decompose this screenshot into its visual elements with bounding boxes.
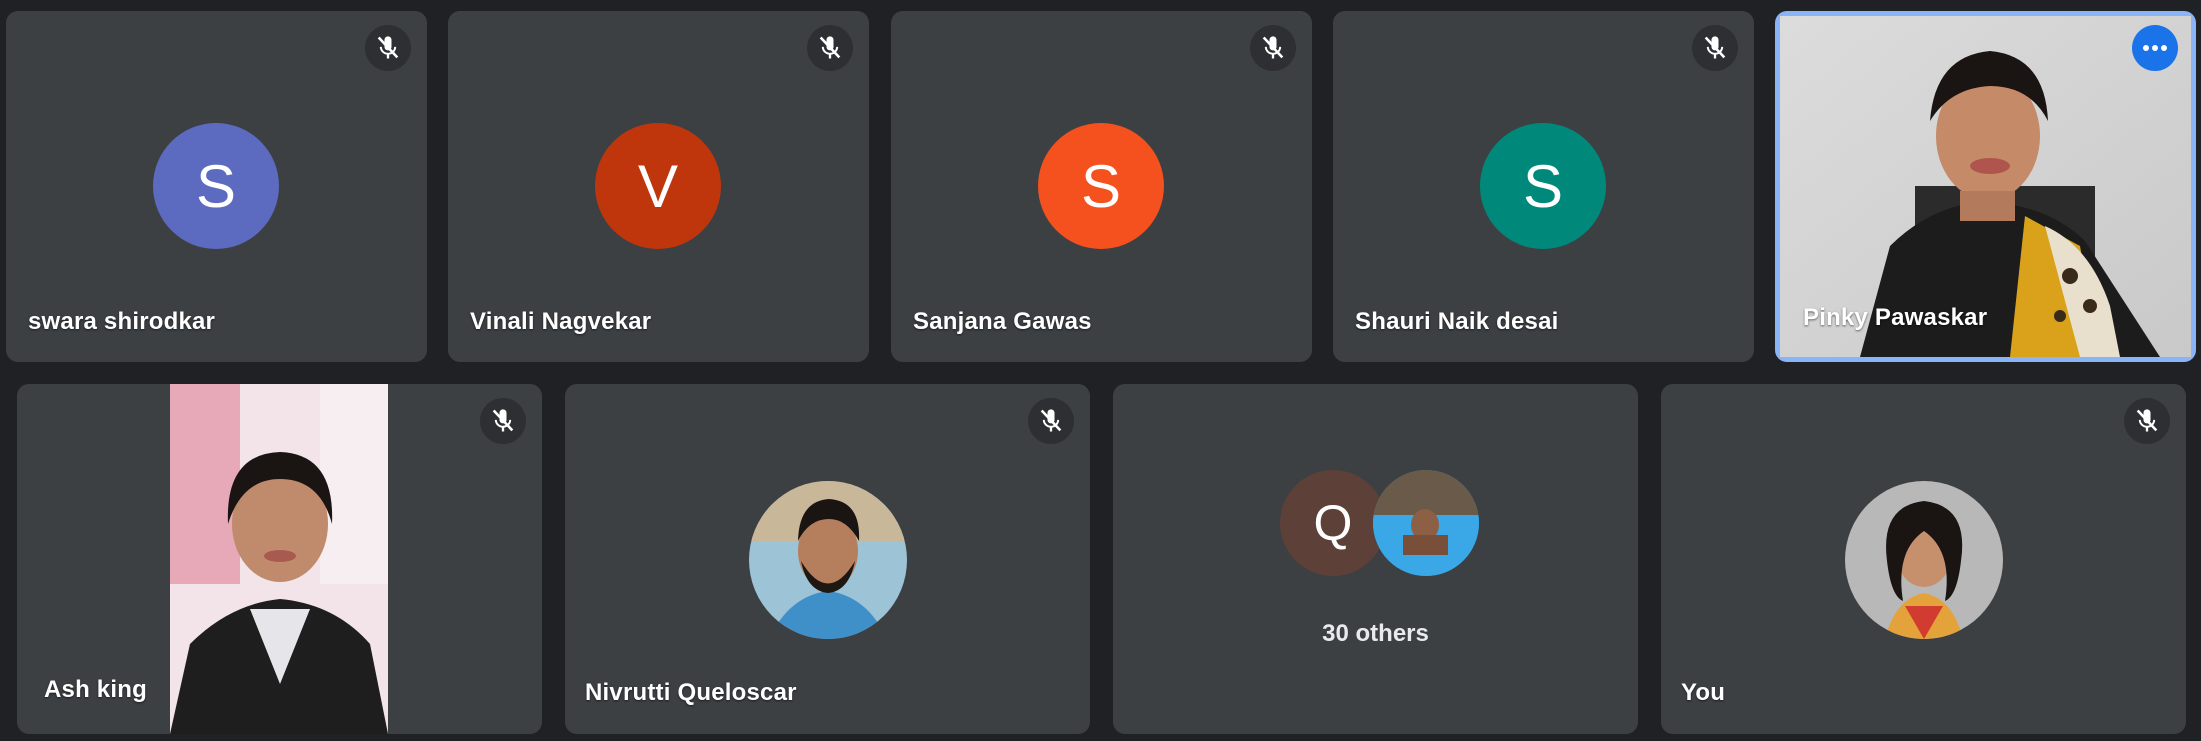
participant-tile-swara-shirodkar[interactable]: S swara shirodkar	[6, 11, 427, 362]
participant-name: Pinky Pawaskar	[1803, 304, 1988, 331]
meeting-grid: S swara shirodkar V Vinali Nagvekar S Sa…	[0, 0, 2201, 741]
mic-off-icon	[480, 398, 526, 444]
avatar: S	[1480, 123, 1606, 249]
participant-video	[170, 384, 388, 734]
participant-name: Shauri Naik desai	[1355, 308, 1559, 335]
more-options-button[interactable]	[2132, 25, 2178, 71]
participant-tile-pinky-pawaskar[interactable]: Pinky Pawaskar	[1775, 11, 2196, 362]
participant-tile-shauri-naik-desai[interactable]: S Shauri Naik desai	[1333, 11, 1754, 362]
avatar: V	[595, 123, 721, 249]
participant-tile-sanjana-gawas[interactable]: S Sanjana Gawas	[891, 11, 1312, 362]
avatar	[749, 481, 907, 639]
others-avatar-q: Q	[1280, 470, 1386, 576]
avatar	[1845, 481, 2003, 639]
others-avatar-photo	[1373, 470, 1479, 576]
more-options-icon	[2143, 45, 2167, 51]
participant-name: swara shirodkar	[28, 308, 216, 335]
mic-off-icon	[1692, 25, 1738, 71]
participant-tile-nivrutti-queloscar[interactable]: Nivrutti Queloscar	[565, 384, 1090, 734]
participant-tile-vinali-nagvekar[interactable]: V Vinali Nagvekar	[448, 11, 869, 362]
others-tile[interactable]: Q 30 others	[1113, 384, 1638, 734]
others-count: 30 others	[1322, 620, 1429, 647]
participant-tile-ash-king[interactable]: Ash king	[17, 384, 542, 734]
participant-name: Sanjana Gawas	[913, 308, 1092, 335]
participant-name: You	[1681, 679, 1726, 706]
mic-off-icon	[2124, 398, 2170, 444]
participant-tile-you[interactable]: You	[1661, 384, 2186, 734]
mic-off-icon	[365, 25, 411, 71]
avatar: S	[1038, 123, 1164, 249]
avatar: S	[153, 123, 279, 249]
mic-off-icon	[1028, 398, 1074, 444]
mic-off-icon	[1250, 25, 1296, 71]
participant-name: Ash king	[44, 676, 147, 703]
participant-name: Vinali Nagvekar	[470, 308, 652, 335]
mic-off-icon	[807, 25, 853, 71]
participant-name: Nivrutti Queloscar	[585, 679, 797, 706]
